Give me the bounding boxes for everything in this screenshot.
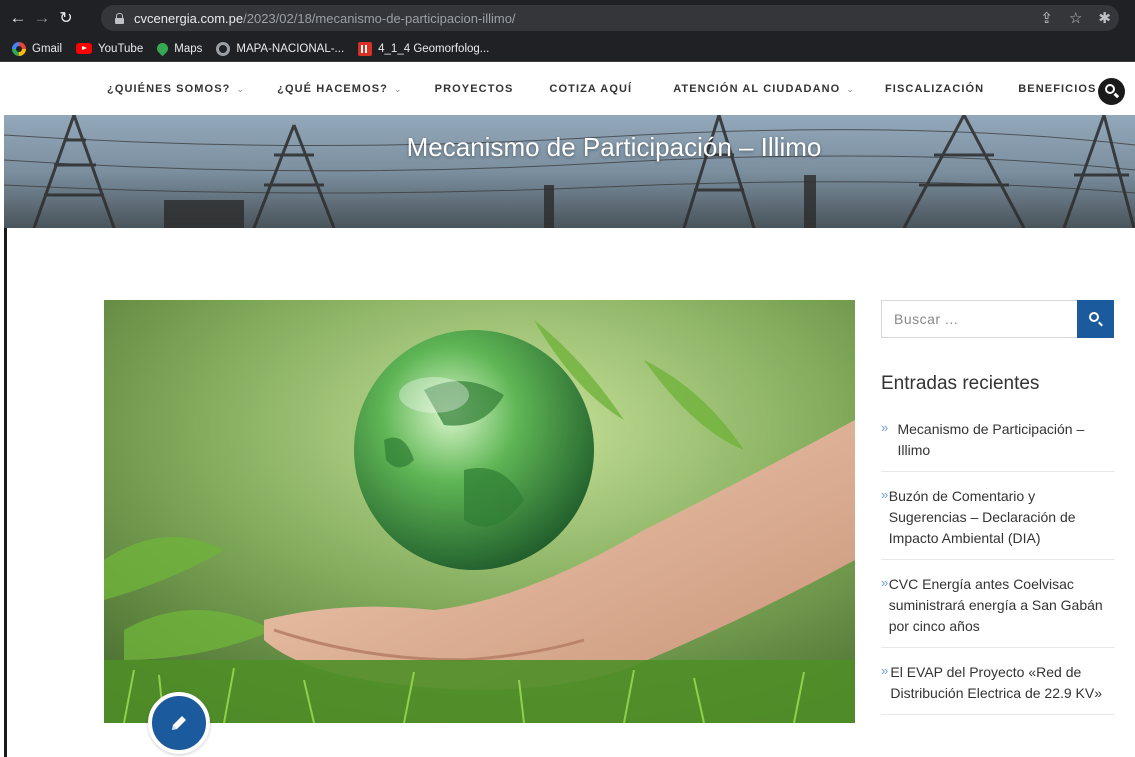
menu-item-quienes-somos[interactable]: ¿QUIÉNES SOMOS? ⌄ <box>107 83 245 95</box>
back-arrow-icon[interactable]: ← <box>6 6 30 30</box>
menu-item-proyectos[interactable]: PROYECTOS <box>435 83 514 95</box>
menu-item-cotiza-aqui[interactable]: COTIZA AQUÍ <box>549 83 632 95</box>
recent-post-link[interactable]: CVC Energía antes Coelvisac suministrará… <box>889 574 1114 637</box>
address-bar[interactable]: cvcenergia.com.pe/2023/02/18/mecanismo-d… <box>101 5 1119 31</box>
gmail-icon <box>12 41 26 56</box>
site-header: ¿QUIÉNES SOMOS? ⌄ ¿QUÉ HACEMOS? ⌄ PROYECTO… <box>0 62 1135 116</box>
double-chevron-icon: » <box>881 575 889 590</box>
list-item: » El EVAP del Proyecto «Red de Distribuci… <box>881 648 1114 715</box>
sidebar-search-button[interactable] <box>1077 300 1114 338</box>
browser-toolbar: ← → ↻ cvcenergia.com.pe/2023/02/18/mecan… <box>0 0 1135 36</box>
maps-icon <box>154 40 171 57</box>
youtube-icon <box>76 43 93 54</box>
menu-item-que-hacemos[interactable]: ¿QUÉ HACEMOS? ⌄ <box>277 83 403 95</box>
lock-icon[interactable] <box>115 12 124 24</box>
bookmark-geomorfologia[interactable]: 4_1_4 Geomorfolog... <box>358 41 489 56</box>
url-path: /2023/02/18/mecanismo-de-participacion-i… <box>243 10 516 26</box>
extensions-icon[interactable]: ✱ <box>1098 9 1111 27</box>
menu-item-fiscalizacion[interactable]: FISCALIZACIÓN <box>885 83 984 95</box>
bookmark-star-icon[interactable]: ☆ <box>1069 9 1082 27</box>
pencil-icon <box>172 716 186 730</box>
main-menu: ¿QUIÉNES SOMOS? ⌄ ¿QUÉ HACEMOS? ⌄ PROYECTO… <box>107 62 1111 116</box>
bookmarks-bar: Gmail YouTube Maps MAPA-NACIONAL-... 4_1… <box>0 36 1135 62</box>
list-item: » Mecanismo de Participación – Illimo <box>881 413 1114 472</box>
search-icon <box>1105 84 1115 94</box>
reload-icon[interactable]: ↻ <box>54 6 78 30</box>
menu-item-atencion-ciudadano[interactable]: ATENCIÓN AL CIUDADANO ⌄ <box>673 83 855 95</box>
bookmark-youtube[interactable]: YouTube <box>76 43 143 55</box>
bookmark-maps[interactable]: Maps <box>154 40 202 57</box>
recent-post-link[interactable]: Mecanismo de Participación – Illimo <box>897 419 1114 461</box>
sidebar-search-input[interactable]: Buscar ... <box>881 300 1077 338</box>
globe-icon <box>216 41 231 56</box>
list-item: » Buzón de Comentario y Sugerencias – Dec… <box>881 472 1114 560</box>
recent-posts-heading: Entradas recientes <box>881 373 1040 394</box>
edit-post-button[interactable] <box>148 692 210 754</box>
bookmark-gmail[interactable]: Gmail <box>12 41 62 56</box>
forward-arrow-icon[interactable]: → <box>30 6 54 30</box>
recent-posts-list: » Mecanismo de Participación – Illimo » Bu… <box>881 413 1114 715</box>
document-icon <box>358 41 373 56</box>
page-title: Mecanismo de Participación – Illimo <box>406 132 822 162</box>
search-icon <box>1089 312 1099 322</box>
recent-post-link[interactable]: El EVAP del Proyecto «Red de Distribució… <box>890 662 1114 704</box>
chevron-down-icon: ⌄ <box>846 83 855 94</box>
hero-banner: Mecanismo de Participación – Illimo <box>4 115 1135 228</box>
double-chevron-icon: » <box>881 663 889 678</box>
bookmark-mapa-nacional[interactable]: MAPA-NACIONAL-... <box>216 41 344 56</box>
double-chevron-icon: » <box>881 420 889 435</box>
header-search-button[interactable] <box>1098 78 1125 105</box>
chevron-down-icon: ⌄ <box>236 83 246 94</box>
recent-post-link[interactable]: Buzón de Comentario y Sugerencias – Decl… <box>889 486 1114 549</box>
globe-in-hands-image <box>104 300 855 723</box>
page-edge-border <box>4 228 7 757</box>
share-icon[interactable]: ⇪ <box>1040 9 1053 27</box>
featured-image <box>104 300 855 723</box>
double-chevron-icon: » <box>881 487 889 502</box>
list-item: » CVC Energía antes Coelvisac suministrar… <box>881 560 1114 648</box>
url-host: cvcenergia.com.pe <box>134 10 244 26</box>
chevron-down-icon: ⌄ <box>393 83 403 94</box>
